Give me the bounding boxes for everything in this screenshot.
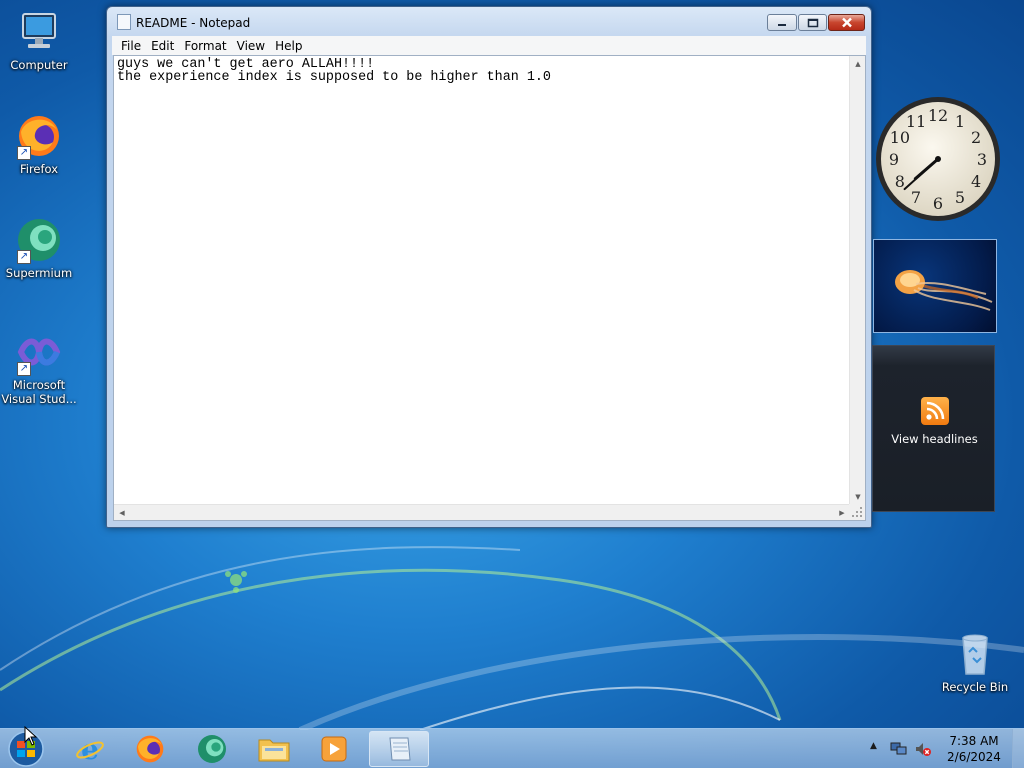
clock-numeral: 6 [933,194,943,213]
system-tray: ▲ 7:38 AM 2/6/2024 [868,729,1024,768]
maximize-button[interactable] [798,14,827,31]
clock-numeral: 2 [971,128,981,147]
clock-numeral: 5 [955,188,965,207]
text-editor[interactable]: guys we can't get aero ALLAH!!!! the exp… [113,55,866,521]
notepad-window[interactable]: README - Notepad File Edit Format View H… [106,6,872,528]
taskbar-media-player[interactable] [306,731,362,767]
scroll-right-arrow-icon[interactable]: ▶ [834,505,850,521]
notepad-title-icon [117,14,131,30]
file-explorer-icon [258,739,290,762]
volume-muted-icon[interactable] [914,741,932,757]
show-desktop-button[interactable] [1012,729,1024,768]
taskbar-internet-explorer[interactable]: e [62,731,118,767]
rss-icon [921,397,949,425]
notepad-icon [389,737,411,761]
close-icon [841,17,852,28]
slideshow-gadget[interactable] [873,239,997,333]
media-player-icon [321,736,347,762]
scroll-up-arrow-icon[interactable]: ▲ [850,56,866,72]
minimize-icon [778,23,786,26]
clock-numeral: 8 [895,172,905,191]
desktop-icon-computer[interactable]: Computer [1,8,77,72]
wallpaper-streaks [0,546,1024,730]
scroll-left-arrow-icon[interactable]: ◀ [114,505,130,521]
network-icon[interactable] [890,741,908,757]
clock-numeral: 11 [906,112,926,131]
resize-grip-icon[interactable] [849,504,865,520]
desktop-icon-label: Firefox [19,162,59,176]
menu-bar: File Edit Format View Help [112,36,866,55]
desktop-icon-supermium[interactable]: ↗ Supermium [1,216,77,280]
vertical-scrollbar[interactable]: ▲ ▼ [849,56,865,505]
shortcut-arrow-icon: ↗ [17,146,31,160]
jellyfish-image [895,270,993,311]
clock-numeral: 12 [928,106,948,125]
taskbar-notepad[interactable] [369,731,429,767]
menu-edit[interactable]: Edit [146,39,179,53]
show-hidden-icons-icon[interactable]: ▲ [870,741,877,751]
clock-time: 7:38 AM [949,734,999,748]
desktop-icon-recycle-bin[interactable]: Recycle Bin [937,630,1013,694]
menu-file[interactable]: File [116,39,146,53]
desktop-icon-label: Recycle Bin [941,680,1009,694]
menu-view[interactable]: View [232,39,270,53]
feed-headlines-gadget[interactable]: View headlines [872,345,995,512]
clock-numeral: 1 [955,112,965,131]
clock-date: 2/6/2024 [947,750,1001,764]
minimize-button[interactable] [767,14,797,31]
desktop-icon-firefox[interactable]: ↗ Firefox [1,112,77,176]
desktop-icon-visual-studio[interactable]: ↗ Microsoft Visual Stud... [1,328,77,406]
internet-explorer-icon: e [76,733,104,765]
clock-gadget[interactable]: 12 1234567891011 [875,96,1001,222]
visual-studio-icon: ↗ [15,328,63,376]
desktop-icon-label: Computer [10,58,68,72]
taskbar: e ▲ 7:38 AM 2/6/2024 [0,728,1024,768]
menu-help[interactable]: Help [270,39,307,53]
mouse-pointer-icon [24,726,38,746]
maximize-icon [807,18,818,27]
clock-numeral: 4 [971,172,981,191]
recycle-bin-icon [951,630,999,678]
taskbar-file-explorer[interactable] [246,731,302,767]
computer-icon [15,8,63,56]
horizontal-scrollbar[interactable]: ◀ ▶ [114,504,850,520]
clock-numeral: 9 [889,150,899,169]
clock-numeral: 3 [977,150,987,169]
supermium-icon: ↗ [15,216,63,264]
shortcut-arrow-icon: ↗ [17,250,31,264]
close-button[interactable] [828,14,865,31]
shortcut-arrow-icon: ↗ [17,362,31,376]
firefox-icon: ↗ [15,112,63,160]
title-bar[interactable]: README - Notepad [107,7,871,37]
taskbar-firefox[interactable] [122,731,178,767]
taskbar-clock[interactable]: 7:38 AM 2/6/2024 [944,733,1004,765]
taskbar-supermium[interactable] [184,731,240,767]
firefox-icon [136,735,164,763]
window-title: README - Notepad [136,16,251,30]
desktop-icon-label: Microsoft Visual Stud... [1,378,77,406]
supermium-icon [198,735,226,763]
scroll-down-arrow-icon[interactable]: ▼ [850,489,866,505]
menu-format[interactable]: Format [179,39,231,53]
desktop-icon-label: Supermium [5,266,73,280]
document-text[interactable]: guys we can't get aero ALLAH!!!! the exp… [117,58,847,504]
svg-text:e: e [81,733,99,765]
clock-numeral: 7 [911,188,921,207]
view-headlines-link[interactable]: View headlines [873,432,996,446]
